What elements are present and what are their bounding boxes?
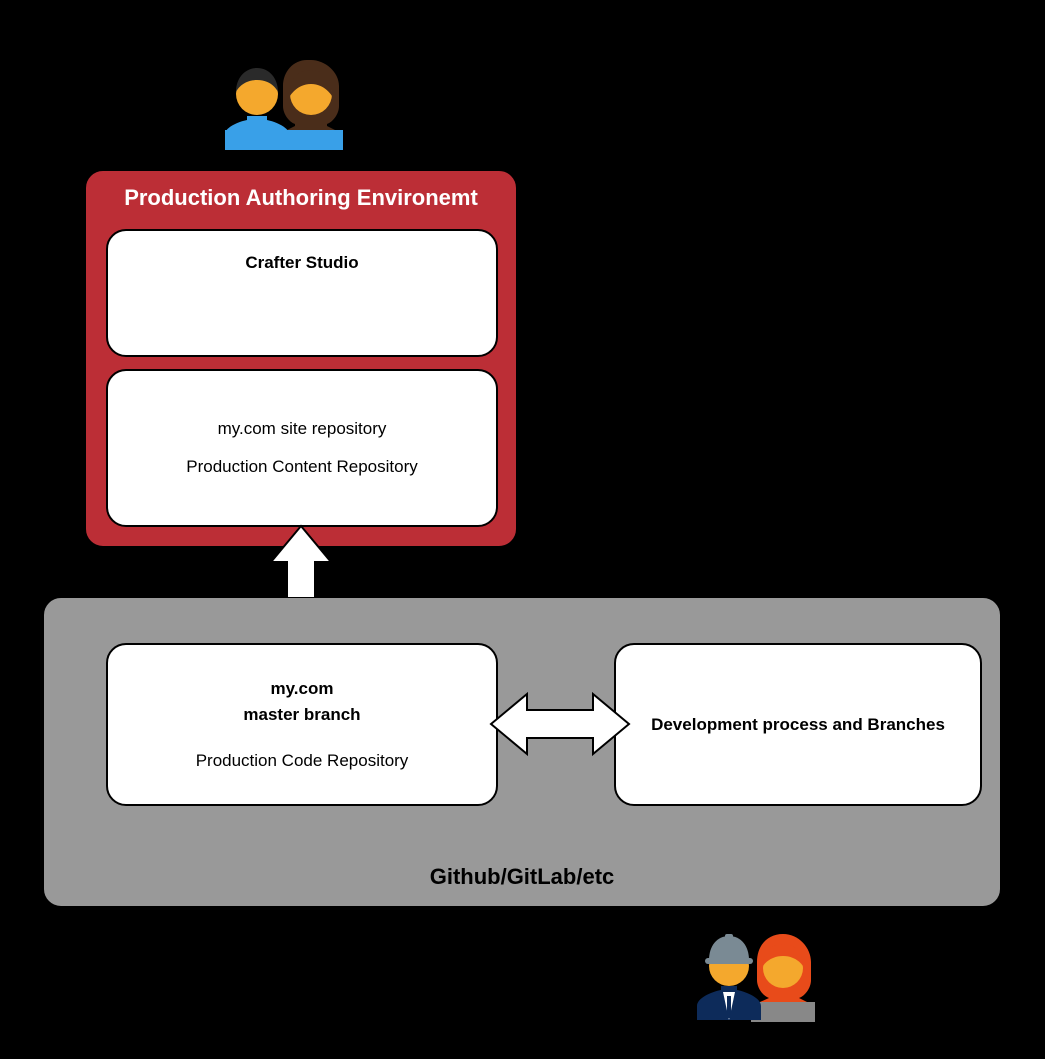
master-label-1: my.com (271, 679, 334, 699)
production-authoring-environment: Production Authoring Environemt Crafter … (85, 170, 517, 547)
crafter-studio-box: Crafter Studio (106, 229, 498, 357)
site-repo-label: my.com site repository (218, 419, 387, 439)
content-repo-label: Production Content Repository (186, 457, 418, 477)
prod-env-title: Production Authoring Environemt (86, 171, 516, 217)
dev-process-label: Development process and Branches (651, 715, 945, 735)
bidirectional-horizontal-arrow-icon (489, 690, 631, 758)
development-process-box: Development process and Branches (614, 643, 982, 806)
git-container-title: Github/GitLab/etc (44, 864, 1000, 890)
developers-icon (687, 920, 827, 1025)
master-label-3: Production Code Repository (196, 751, 409, 771)
content-authors-icon (215, 48, 355, 153)
master-label-2: master branch (243, 705, 360, 725)
content-repository-box: my.com site repository Production Conten… (106, 369, 498, 527)
master-branch-box: my.com master branch Production Code Rep… (106, 643, 498, 806)
crafter-studio-label: Crafter Studio (245, 253, 358, 273)
